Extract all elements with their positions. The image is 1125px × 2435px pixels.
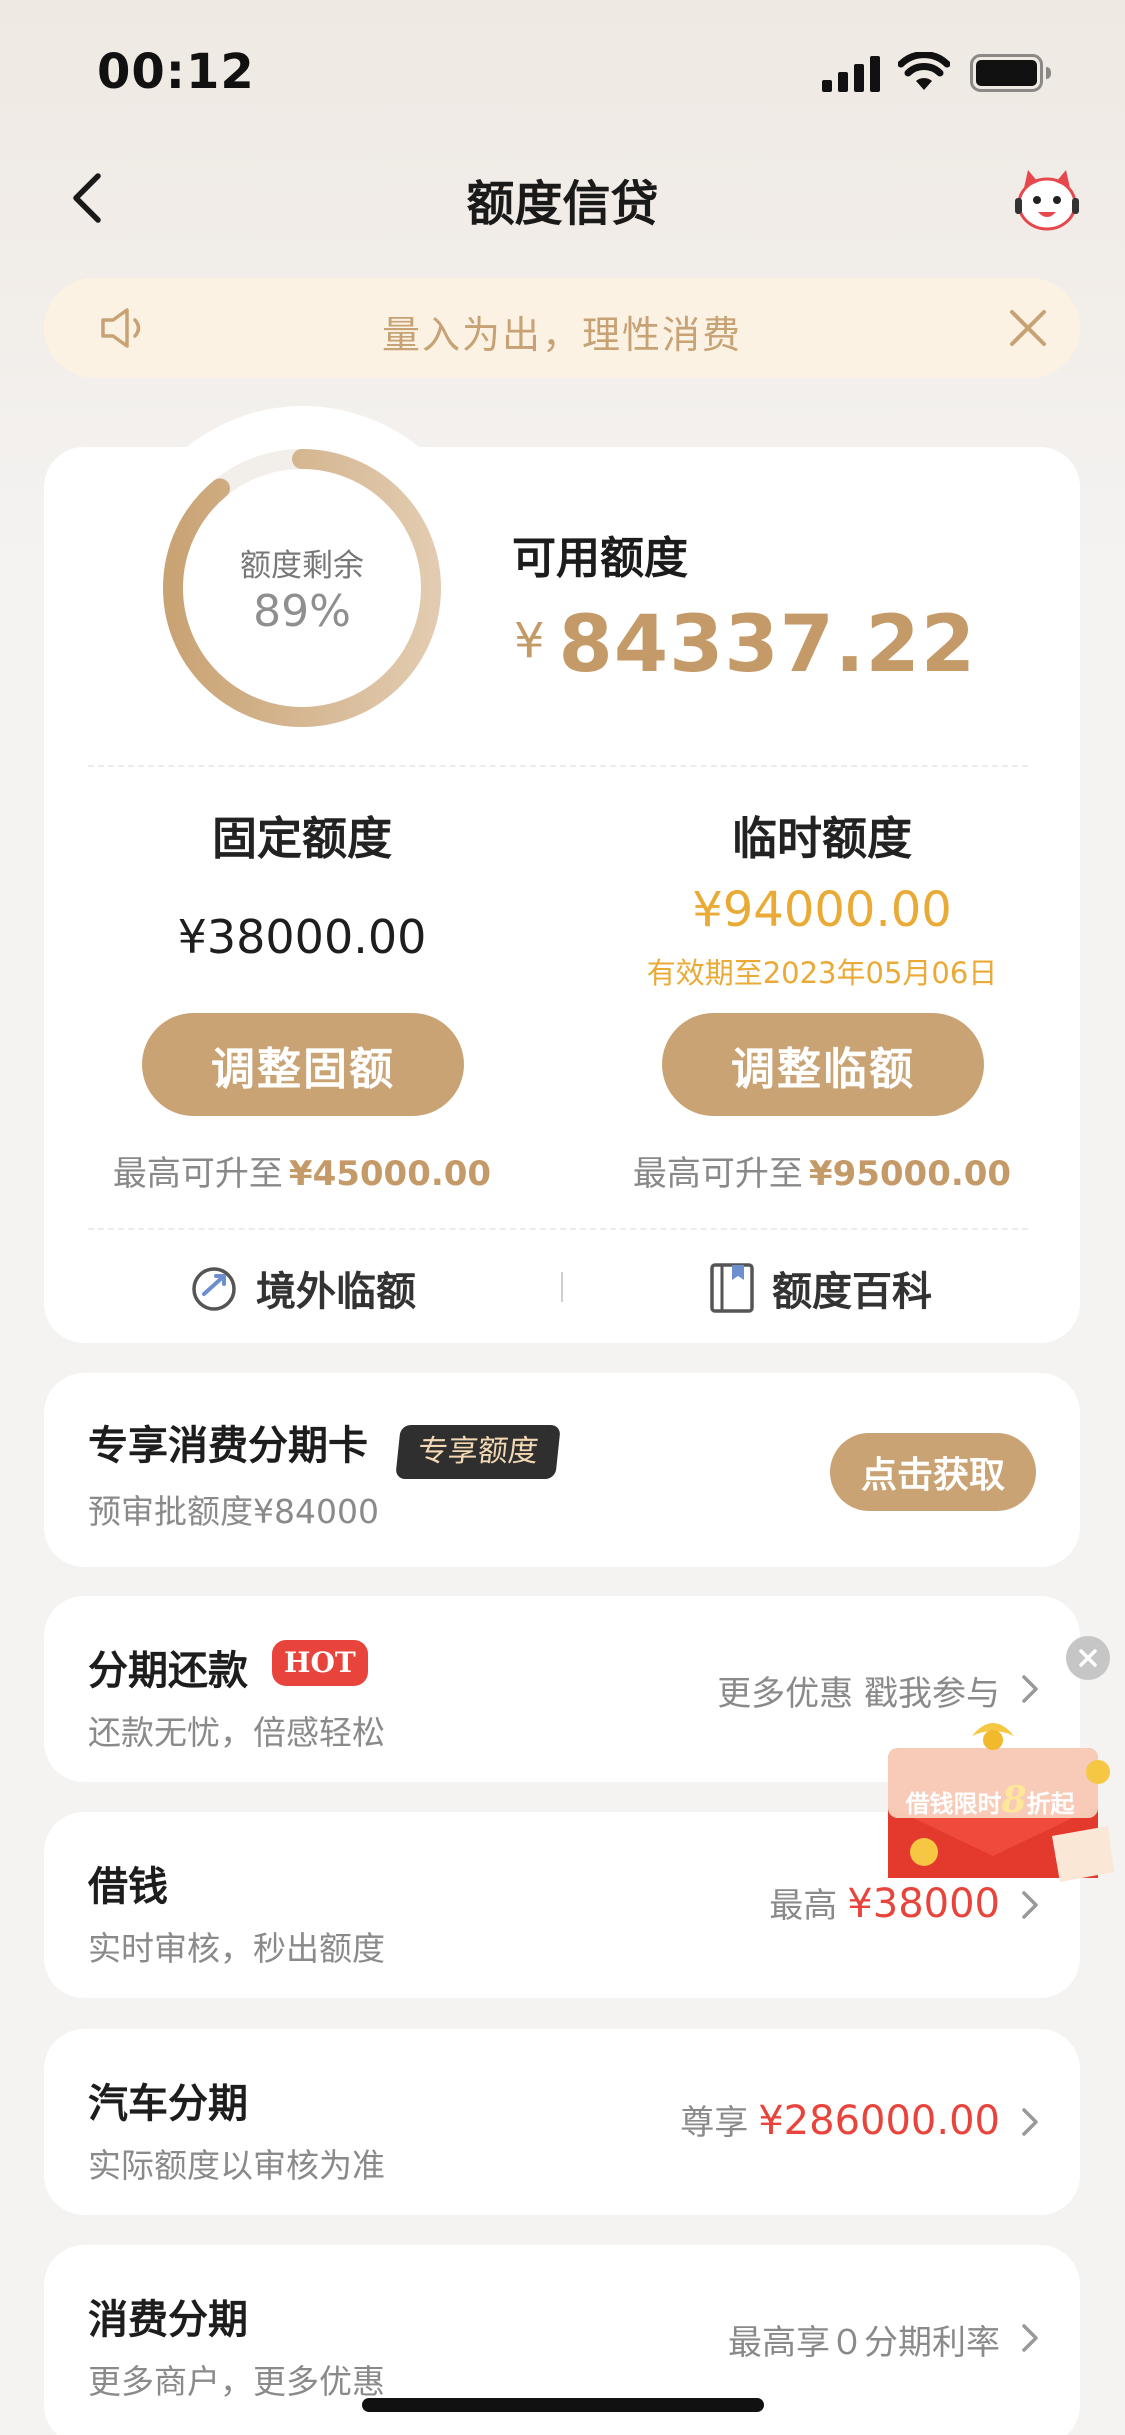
battery-icon [970,54,1051,92]
status-bar: 00:12 [0,0,1125,140]
temporary-credit-expiry: 有效期至2023年05月06日 [646,956,998,990]
fixed-max-line: 最高可升至 ¥45000.00 [72,1146,532,1195]
list-item-subtitle: 还款无忧，倍感轻松 [88,1713,385,1752]
fixed-credit-amount: ¥38000.00 [177,910,427,964]
fixed-credit-title: 固定额度 [211,812,392,865]
notice-text: 量入为出，理性消费 [381,313,742,357]
available-credit-label: 可用额度 [512,533,688,584]
exclusive-installment-card[interactable]: 专享消费分期卡 专享额度 预审批额度¥84000 点击获取 [44,1373,1080,1567]
status-time: 00:12 [97,44,255,100]
list-item-subtitle: 更多商户，更多优惠 [88,2362,385,2401]
car-amount: ¥286000.00 [758,2098,1000,2144]
promo-prefix: 借钱限时 [905,1789,1002,1818]
list-item-title: 分期还款 [88,1648,248,1694]
fixed-max-value: ¥45000.00 [288,1154,492,1194]
currency-symbol: ¥ [514,613,545,669]
list-item-subtitle: 实际额度以审核为准 [88,2146,385,2185]
divider [88,765,1028,767]
fixed-max-prefix: 最高可升至 [112,1154,283,1194]
promo-suffix: 折起 [1026,1789,1075,1818]
nav-bar: 额度信贷 [0,150,1125,246]
link-separator [561,1272,563,1302]
list-item-title: 借钱 [88,1864,168,1910]
list-item-subtitle: 实时审核，秒出额度 [88,1929,385,1968]
notice-banner: 量入为出，理性消费 [44,278,1080,378]
customer-service-mascot-icon[interactable] [1012,164,1082,234]
temporary-max-prefix: 最高可升至 [632,1154,803,1194]
temporary-max-value: ¥95000.00 [808,1154,1012,1194]
promo-close-button[interactable] [1066,1636,1110,1680]
promo-discount: 8 [1001,1779,1027,1821]
exclusive-tag: 专享额度 [395,1425,561,1479]
list-item-title: 消费分期 [88,2297,248,2343]
plane-globe-icon [192,1267,236,1311]
promo-text: 借钱限时8折起 [900,1779,1080,1821]
adjust-temporary-button[interactable]: 调整临额 [662,1013,984,1116]
temporary-max-line: 最高可升至 ¥95000.00 [592,1146,1052,1195]
list-item-car-installment[interactable]: 汽车分期 实际额度以审核为准 尊享 ¥286000.00 [44,2029,1080,2215]
installment-card-title: 专享消费分期卡 [88,1423,368,1469]
list-item-title: 汽车分期 [88,2081,248,2127]
signal-icon [822,56,880,92]
home-indicator[interactable] [362,2398,764,2412]
ring-percent: 89% [253,586,351,637]
list-item-right-text: 尊享 ¥286000.00 [680,2095,1000,2144]
divider [88,1228,1028,1230]
chevron-right-icon [1022,2324,1038,2352]
book-icon [710,1263,754,1313]
credit-encyclopedia-label: 额度百科 [772,1269,932,1315]
close-icon[interactable] [1006,306,1050,350]
credit-encyclopedia-link[interactable]: 额度百科 [708,1258,932,1318]
page-title: 额度信贷 [466,176,659,232]
ring-label: 额度剩余 [240,548,364,584]
overseas-credit-link[interactable]: 境外临额 [188,1258,416,1318]
available-credit-amount: ¥84337.22 [514,600,976,690]
temporary-credit-amount: ¥94000.00 [692,882,952,938]
overseas-credit-label: 境外临额 [256,1269,416,1315]
close-icon [1079,1649,1097,1667]
get-now-button[interactable]: 点击获取 [830,1433,1036,1511]
available-amount-value: 84337.22 [558,600,977,690]
hot-badge: HOT [272,1640,368,1686]
wifi-icon [898,52,950,90]
installment-card-subtitle: 预审批额度¥84000 [88,1492,379,1531]
temporary-credit-title: 临时额度 [731,812,912,865]
list-item-right-text: 最高享０分期利率 [728,2323,1000,2363]
car-prefix: 尊享 [680,2103,749,2143]
chevron-right-icon [1022,2108,1038,2136]
borrow-prefix: 最高 [769,1886,838,1926]
adjust-fixed-button[interactable]: 调整固额 [142,1013,464,1116]
